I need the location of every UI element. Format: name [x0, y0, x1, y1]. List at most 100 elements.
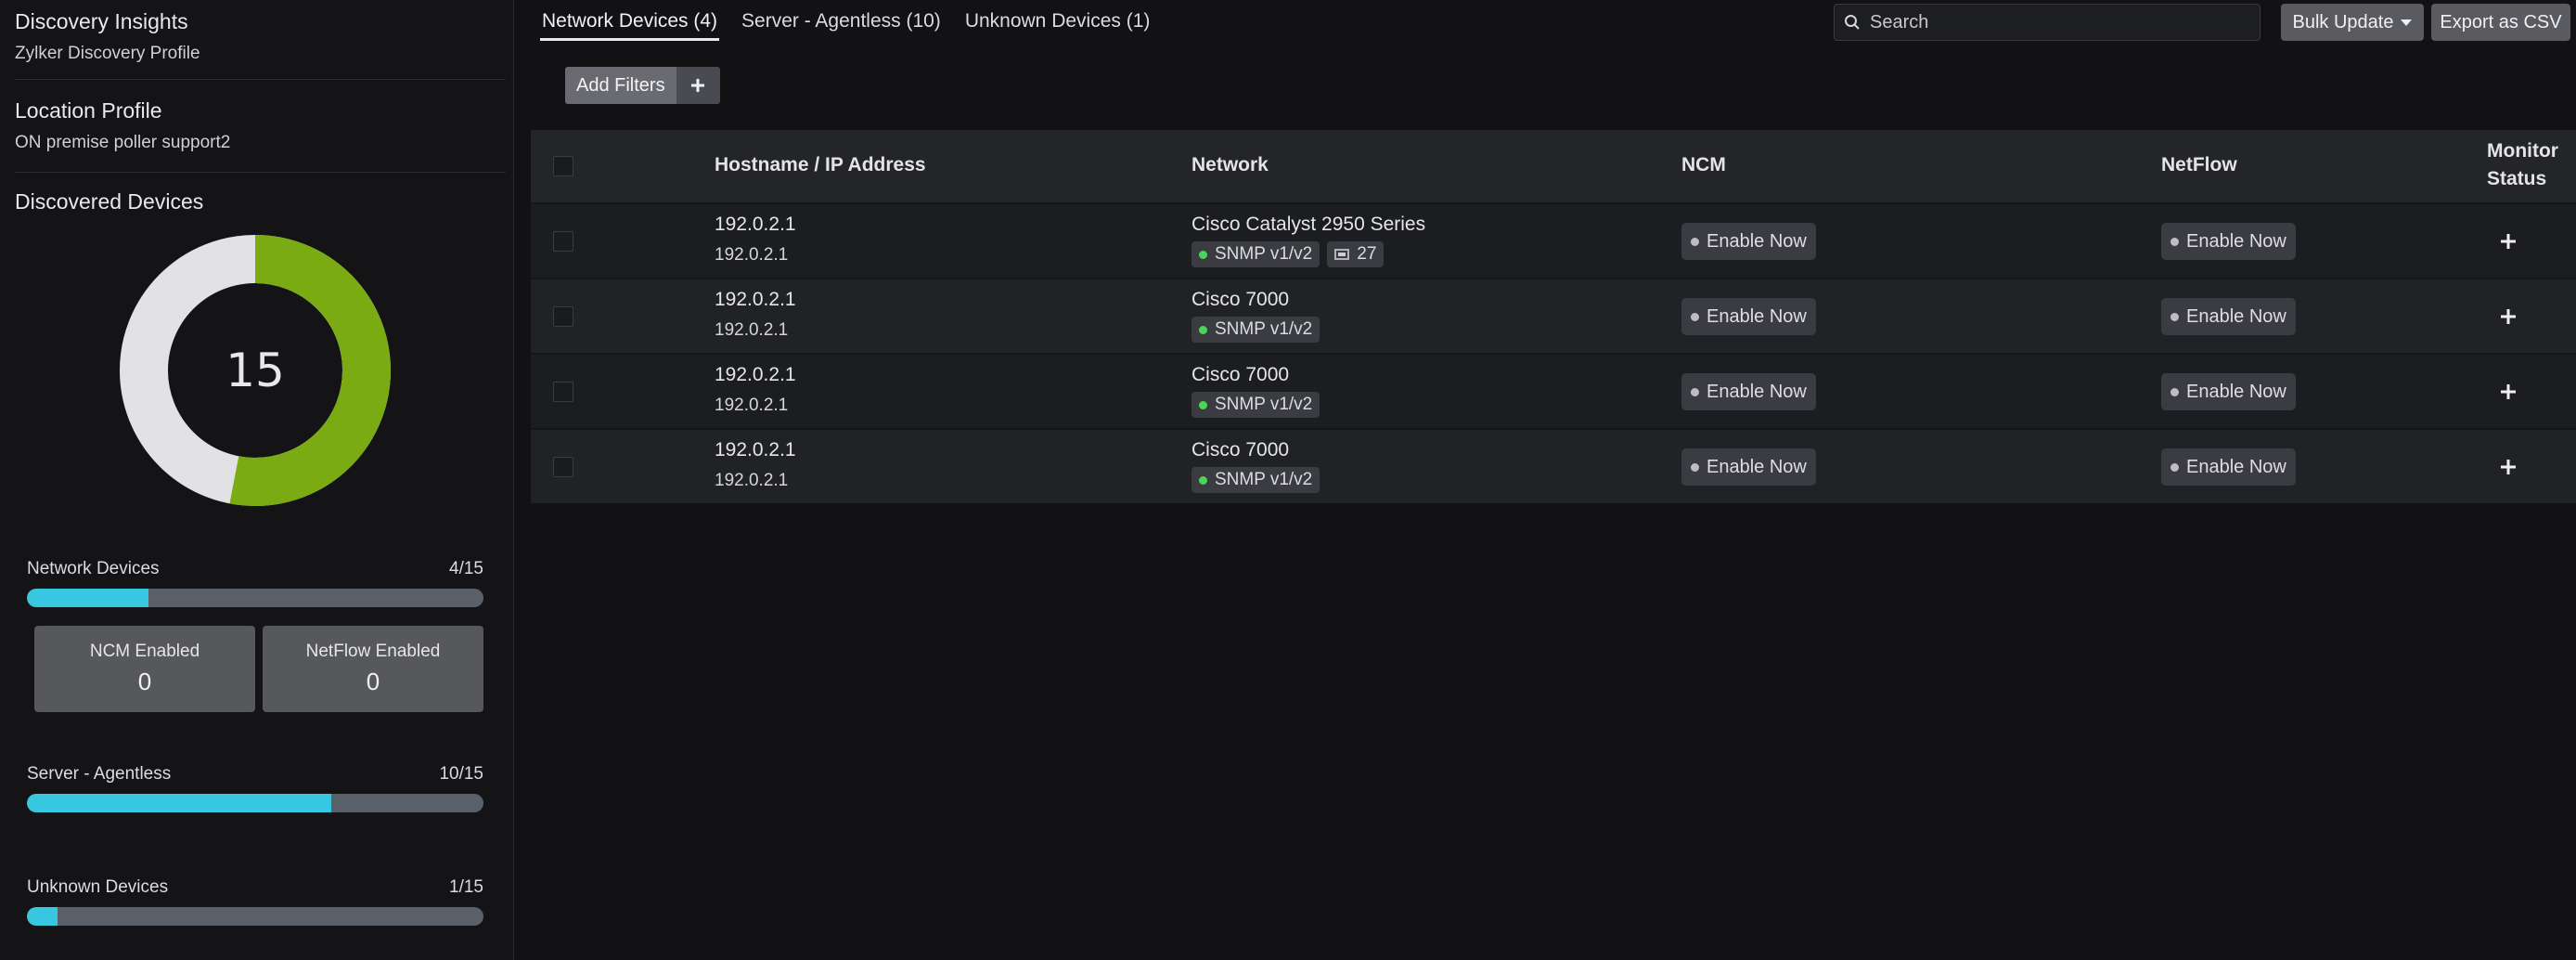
discovered-devices-donut: 15 — [119, 234, 392, 507]
main-panel: Network Devices (4) Server - Agentless (… — [529, 0, 2576, 960]
ip-address: 192.0.2.1 — [715, 289, 796, 310]
donut-total: 15 — [225, 344, 285, 397]
ncm-enabled-label: NCM Enabled — [89, 642, 200, 661]
ip-address: 192.0.2.1 — [715, 364, 796, 385]
add-filters-button[interactable]: Add Filters — [565, 67, 676, 104]
netflow-enable-button[interactable]: Enable Now — [2161, 448, 2296, 486]
header-hostname: Hostname / IP Address — [715, 154, 926, 175]
protocol-label: SNMP v1/v2 — [1215, 470, 1313, 489]
export-csv-button[interactable]: Export as CSV — [2431, 4, 2570, 41]
netflow-enabled-value: 0 — [366, 668, 380, 695]
location-profile-section: Location Profile ON premise poller suppo… — [15, 98, 506, 173]
protocol-badge: SNMP v1/v2 — [1191, 467, 1320, 493]
netflow-enable-button[interactable]: Enable Now — [2161, 373, 2296, 410]
add-monitor-plus-icon[interactable] — [2500, 308, 2517, 325]
network-cell: Cisco Catalyst 2950 Series SNMP v1/v2 27 — [1191, 214, 1425, 267]
plus-icon — [691, 79, 705, 92]
select-all-checkbox[interactable] — [553, 156, 573, 176]
add-monitor-plus-icon[interactable] — [2500, 459, 2517, 475]
device-model: Cisco 7000 — [1191, 289, 1290, 310]
tab-network-devices[interactable]: Network Devices (4) — [540, 7, 720, 41]
ncm-enabled-card: NCM Enabled 0 — [34, 626, 255, 712]
add-monitor-plus-icon[interactable] — [2500, 383, 2517, 400]
netflow-enable-button[interactable]: Enable Now — [2161, 223, 2296, 260]
ncm-enable-label: Enable Now — [1707, 305, 1807, 327]
host-cell: 192.0.2.1 192.0.2.1 — [715, 439, 796, 491]
ncm-enable-button[interactable]: Enable Now — [1681, 448, 1816, 486]
tab-unknown-devices[interactable]: Unknown Devices (1) — [963, 7, 1153, 41]
device-model: Cisco Catalyst 2950 Series — [1191, 214, 1426, 235]
ncm-enable-button[interactable]: Enable Now — [1681, 298, 1816, 335]
dot-icon — [1691, 387, 1699, 396]
protocol-label: SNMP v1/v2 — [1215, 244, 1313, 264]
row-checkbox[interactable] — [553, 231, 573, 252]
row-checkbox[interactable] — [553, 306, 573, 327]
table-header: Hostname / IP Address Network NCM NetFlo… — [531, 130, 2576, 202]
status-dot-icon — [1199, 250, 1207, 259]
table-row: 192.0.2.1 192.0.2.1 Cisco 7000 SNMP v1/v… — [531, 353, 2576, 428]
progress-fill — [27, 589, 149, 607]
dot-icon — [2170, 387, 2179, 396]
stat-label: Network Devices — [27, 559, 160, 578]
status-dot-icon — [1199, 325, 1207, 334]
stat-unknown-devices: Unknown Devices 1/15 — [27, 877, 483, 926]
ip-address-secondary: 192.0.2.1 — [715, 320, 789, 340]
status-dot-icon — [1199, 475, 1207, 485]
dot-icon — [1691, 462, 1699, 472]
bulk-update-button[interactable]: Bulk Update — [2281, 4, 2424, 41]
stat-network-devices: Network Devices 4/15 — [27, 559, 483, 607]
header-network: Network — [1191, 154, 1269, 175]
host-cell: 192.0.2.1 192.0.2.1 — [715, 364, 796, 416]
device-tabs: Network Devices (4) Server - Agentless (… — [540, 7, 1152, 41]
add-filter-plus-button[interactable] — [676, 67, 720, 104]
network-cell: Cisco 7000 SNMP v1/v2 — [1191, 289, 1320, 343]
ncm-enable-label: Enable Now — [1707, 230, 1807, 252]
netflow-enable-label: Enable Now — [2186, 230, 2286, 252]
ip-address-secondary: 192.0.2.1 — [715, 471, 789, 490]
ncm-enable-button[interactable]: Enable Now — [1681, 373, 1816, 410]
bulk-update-label: Bulk Update — [2292, 11, 2394, 32]
protocol-badge: SNMP v1/v2 — [1191, 317, 1320, 343]
add-monitor-plus-icon[interactable] — [2500, 233, 2517, 250]
enabled-summary-cards: NCM Enabled 0 NetFlow Enabled 0 — [34, 626, 483, 712]
header-ncm: NCM — [1681, 154, 1726, 175]
header-netflow: NetFlow — [2161, 154, 2237, 175]
protocol-label: SNMP v1/v2 — [1215, 319, 1313, 339]
search-icon — [1845, 15, 1860, 30]
discovered-devices-title: Discovered Devices — [15, 189, 204, 214]
tab-server-agentless[interactable]: Server - Agentless (10) — [740, 7, 943, 41]
netflow-enabled-label: NetFlow Enabled — [305, 642, 441, 661]
devices-table: Hostname / IP Address Network NCM NetFlo… — [531, 130, 2576, 503]
protocol-badge: SNMP v1/v2 — [1191, 241, 1320, 267]
caret-down-icon — [2401, 19, 2413, 26]
location-profile-value: ON premise poller support2 — [15, 133, 231, 152]
protocol-label: SNMP v1/v2 — [1215, 395, 1313, 414]
interface-count: 27 — [1357, 244, 1377, 264]
stat-label: Server - Agentless — [27, 764, 172, 784]
stat-count: 10/15 — [439, 764, 483, 784]
table-row: 192.0.2.1 192.0.2.1 Cisco 7000 SNMP v1/v… — [531, 278, 2576, 353]
interface-icon — [1334, 249, 1350, 260]
dot-icon — [1691, 312, 1699, 321]
netflow-enable-button[interactable]: Enable Now — [2161, 298, 2296, 335]
device-model: Cisco 7000 — [1191, 364, 1290, 385]
stat-label: Unknown Devices — [27, 877, 169, 897]
netflow-enable-label: Enable Now — [2186, 381, 2286, 402]
search-input[interactable] — [1870, 11, 2241, 33]
netflow-enable-label: Enable Now — [2186, 305, 2286, 327]
filter-bar: Add Filters — [565, 67, 720, 104]
stat-count: 1/15 — [449, 877, 483, 897]
table-row: 192.0.2.1 192.0.2.1 Cisco Catalyst 2950 … — [531, 202, 2576, 278]
stat-server-agentless: Server - Agentless 10/15 — [27, 764, 483, 812]
ncm-enable-button[interactable]: Enable Now — [1681, 223, 1816, 260]
netflow-enabled-card: NetFlow Enabled 0 — [263, 626, 483, 712]
row-checkbox[interactable] — [553, 457, 573, 477]
header-monitor-status: Monitor Status — [2487, 140, 2558, 189]
device-model: Cisco 7000 — [1191, 439, 1290, 461]
network-cell: Cisco 7000 SNMP v1/v2 — [1191, 439, 1320, 493]
stat-count: 4/15 — [449, 559, 483, 578]
row-checkbox[interactable] — [553, 382, 573, 402]
dot-icon — [1691, 237, 1699, 246]
dot-icon — [2170, 312, 2179, 321]
progress-bar — [27, 589, 483, 607]
